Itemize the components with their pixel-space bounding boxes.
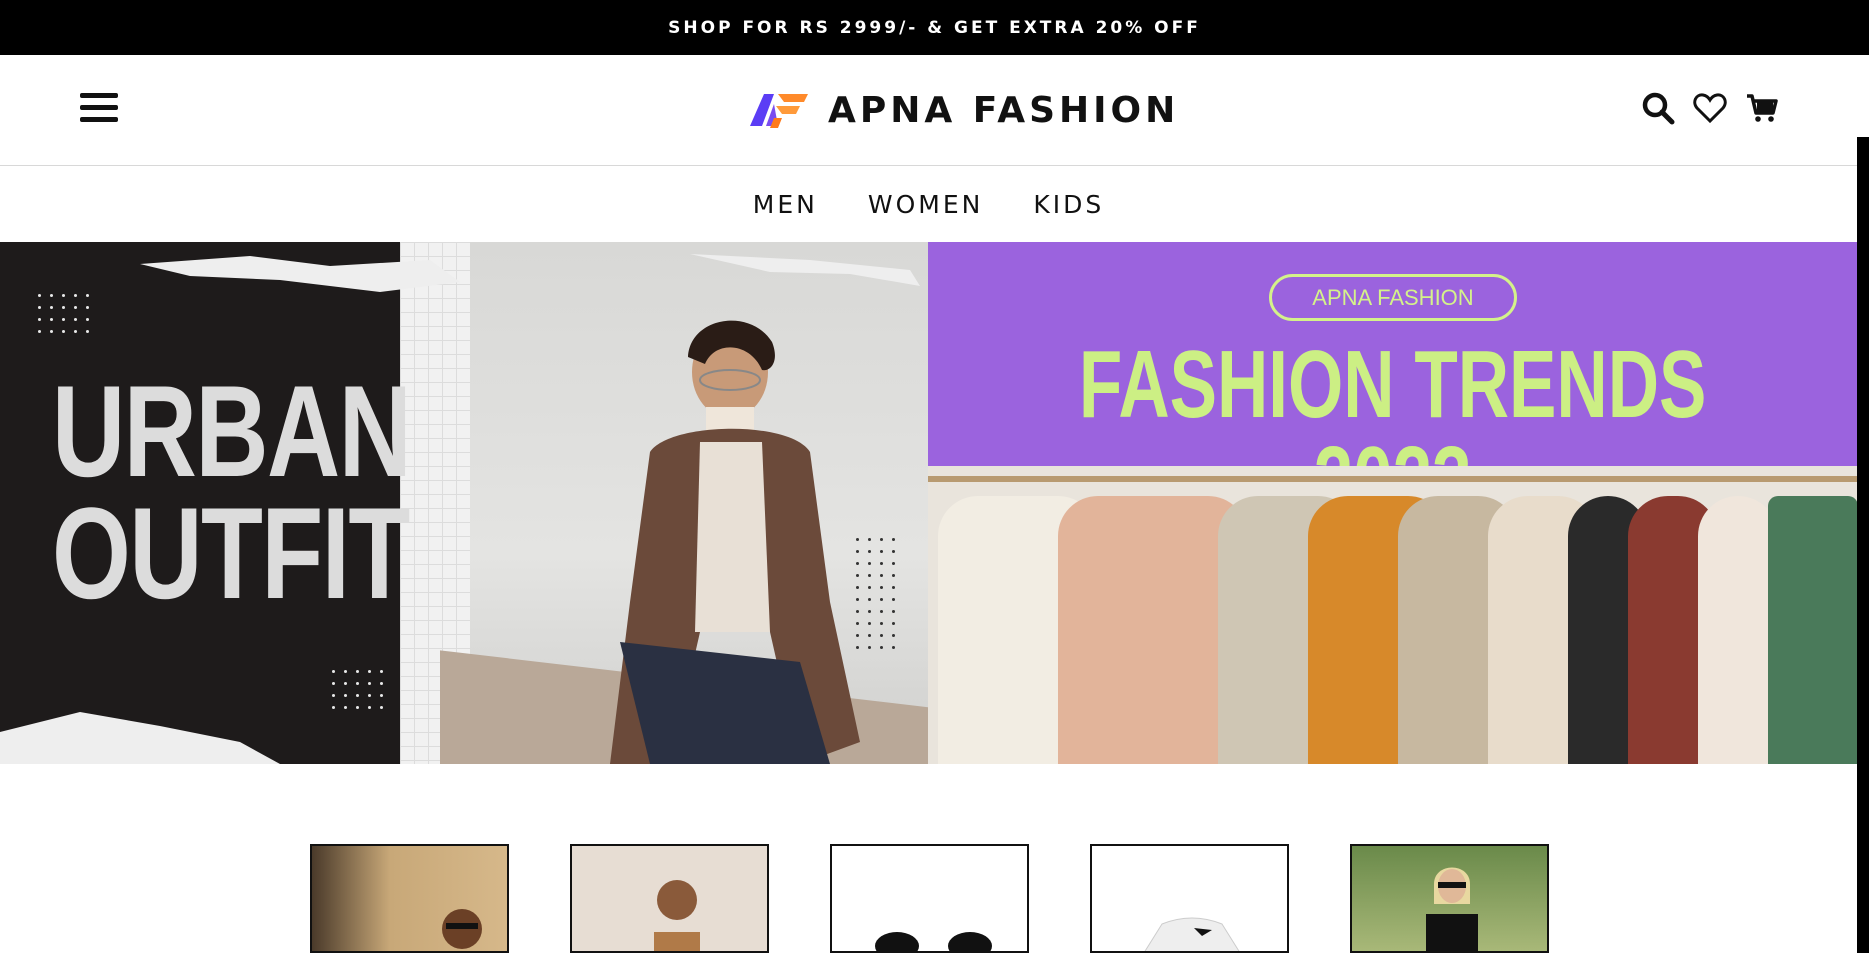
main-nav: MEN WOMEN KIDS bbox=[0, 166, 1857, 242]
nav-item-kids[interactable]: KIDS bbox=[1033, 190, 1104, 219]
dot-pattern bbox=[332, 670, 383, 709]
nav-item-men[interactable]: MEN bbox=[753, 190, 818, 219]
heart-icon[interactable] bbox=[1693, 91, 1727, 125]
tshirt-category-thumb[interactable] bbox=[1090, 844, 1289, 953]
search-icon[interactable] bbox=[1641, 91, 1675, 125]
category-thumbnails bbox=[310, 844, 1549, 953]
torn-paper-top bbox=[140, 254, 920, 292]
brand[interactable]: APNA FASHION bbox=[748, 85, 1179, 135]
women-category-thumb[interactable] bbox=[570, 844, 769, 953]
hero-left-line1: URBAN bbox=[52, 358, 412, 504]
tshirt-icon bbox=[1144, 917, 1240, 951]
announcement-text: SHOP FOR RS 2999/- & GET EXTRA 20% OFF bbox=[668, 17, 1201, 38]
person-icon bbox=[875, 932, 992, 951]
person-icon bbox=[1426, 867, 1478, 951]
model-figure bbox=[610, 320, 860, 764]
person-icon bbox=[442, 909, 482, 949]
nav-item-women[interactable]: WOMEN bbox=[868, 190, 983, 219]
kids-category-thumb[interactable] bbox=[830, 844, 1029, 953]
af-logo-icon bbox=[750, 94, 808, 128]
hero-banner[interactable]: URBAN OUTFIT APNA FASHION FASHION TRENDS bbox=[0, 242, 1857, 764]
dot-pattern bbox=[856, 538, 895, 649]
brand-name: APNA FASHION bbox=[828, 89, 1180, 131]
fashion-trends-banner[interactable]: APNA FASHION FASHION TRENDS 2023 bbox=[928, 242, 1857, 764]
dot-pattern bbox=[38, 294, 89, 333]
hero-left-line2: OUTFIT bbox=[52, 480, 410, 626]
urban-outfit-title: URBAN OUTFIT bbox=[52, 358, 412, 626]
header-actions bbox=[1641, 91, 1779, 125]
trends-panel: APNA FASHION FASHION TRENDS 2023 bbox=[928, 242, 1857, 529]
menu-icon[interactable] bbox=[80, 93, 118, 125]
accessories-category-thumb[interactable] bbox=[1350, 844, 1549, 953]
urban-outfit-banner[interactable]: URBAN OUTFIT bbox=[0, 242, 928, 764]
brand-pill: APNA FASHION bbox=[1269, 274, 1517, 321]
announcement-bar: SHOP FOR RS 2999/- & GET EXTRA 20% OFF bbox=[0, 0, 1869, 55]
cart-icon[interactable] bbox=[1745, 91, 1779, 125]
torn-paper-bottom bbox=[0, 712, 280, 764]
site-header: APNA FASHION bbox=[0, 55, 1869, 166]
person-icon bbox=[654, 880, 700, 951]
clothes-rack-photo bbox=[928, 466, 1857, 764]
scrollbar[interactable] bbox=[1857, 137, 1869, 953]
men-category-thumb[interactable] bbox=[310, 844, 509, 953]
